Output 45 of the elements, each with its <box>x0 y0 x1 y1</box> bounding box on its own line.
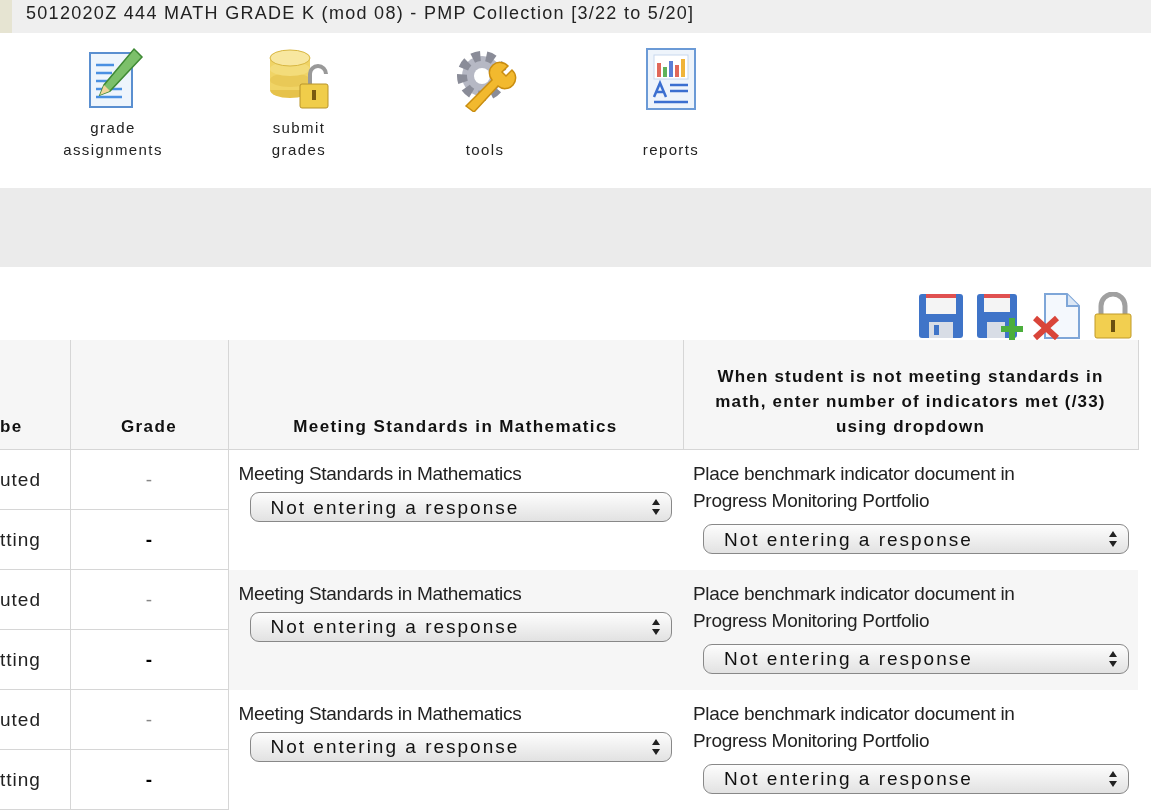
field-label: Meeting Standards in Mathematics <box>238 462 523 486</box>
table-cell: tting <box>0 749 70 810</box>
save-icon[interactable] <box>917 292 965 340</box>
response-dropdown[interactable]: Not entering a response <box>703 524 1129 554</box>
page-title: 5012020Z 444 MATH GRADE K (mod 08) - PMP Collection [3/22 to 5/20] <box>25 2 695 25</box>
column-header: When student is not meeting standards in math, enter number of indicators met (/33) using dropdown <box>683 340 1138 450</box>
up-down-arrows-icon <box>1108 769 1118 788</box>
field-label: Meeting Standards in Mathematics <box>238 701 523 726</box>
field-label: Place benchmark indicator document in Progress Monitoring Portfolio <box>693 462 1016 513</box>
up-down-arrows-icon <box>1108 530 1118 548</box>
response-dropdown[interactable]: Not entering a response <box>249 611 672 642</box>
title-stripe <box>0 0 12 33</box>
response-dropdown[interactable]: Not entering a response <box>249 731 672 762</box>
toolbar-button[interactable]: grade assignments <box>20 43 206 186</box>
grade-cell: - <box>70 629 228 690</box>
toolbar-button[interactable]: reports <box>578 43 764 186</box>
lock-icon[interactable] <box>1091 292 1135 340</box>
response-dropdown[interactable]: Not entering a response <box>249 492 672 522</box>
column-header: be <box>0 340 70 450</box>
field-label: Place benchmark indicator document in Progress Monitoring Portfolio <box>693 581 1016 633</box>
up-down-arrows-icon <box>1108 649 1118 668</box>
column-header: Meeting Standards in Mathematics <box>228 340 683 450</box>
grade-cell: - <box>70 509 228 570</box>
response-dropdown[interactable]: Not entering a response <box>703 643 1129 674</box>
grade-cell: - <box>70 689 228 750</box>
column-header: Grade <box>70 340 228 450</box>
grade-cell: - <box>70 749 228 810</box>
up-down-arrows-icon <box>650 498 661 516</box>
table-cell: tting <box>0 509 70 570</box>
grade-cell: - <box>70 449 228 510</box>
table-cell: tting <box>0 629 70 690</box>
save-plus-icon[interactable] <box>975 292 1023 340</box>
table-cell: uted <box>0 569 70 630</box>
toolbar-button[interactable]: submit grades <box>206 43 392 186</box>
table-cell: uted <box>0 689 70 750</box>
field-label: Place benchmark indicator document in Progress Monitoring Portfolio <box>693 701 1016 753</box>
field-label: Meeting Standards in Mathematics <box>238 581 523 606</box>
report-chart-icon <box>644 47 698 111</box>
database-lock-icon <box>266 46 332 112</box>
grade-cell: - <box>70 569 228 630</box>
up-down-arrows-icon <box>650 737 661 756</box>
toolbar-button[interactable]: tools <box>392 43 578 186</box>
table-cell: uted <box>0 449 70 510</box>
up-down-arrows-icon <box>650 617 661 636</box>
response-dropdown[interactable]: Not entering a response <box>703 763 1129 794</box>
